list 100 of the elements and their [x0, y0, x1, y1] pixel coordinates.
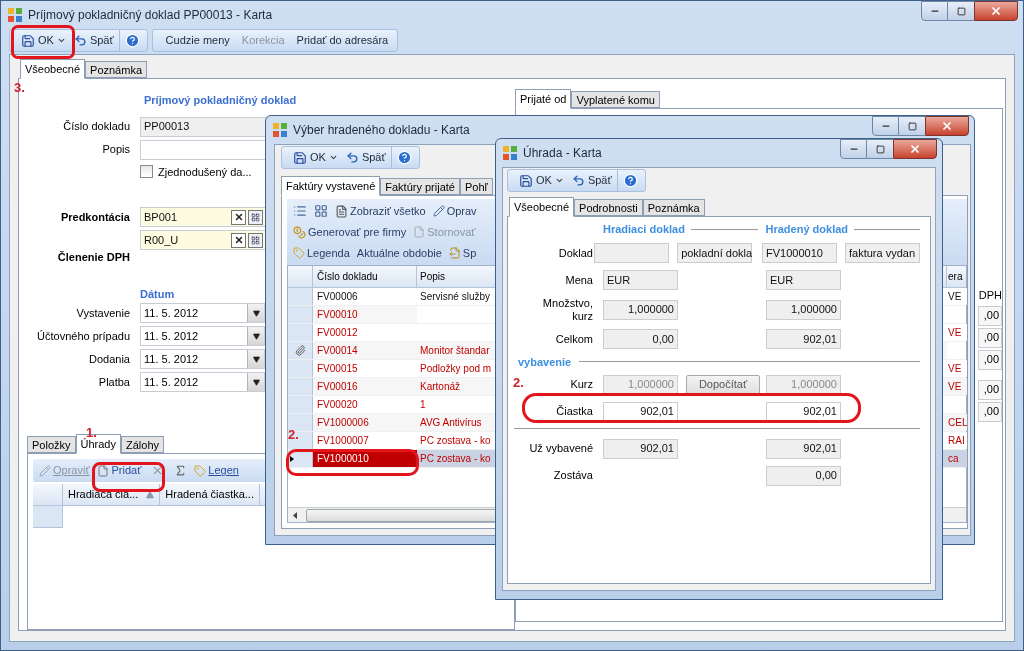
- input-field[interactable]: 1,000000: [603, 299, 678, 320]
- dropdown-icon: [252, 378, 260, 386]
- tab[interactable]: Vyplatené komu: [571, 91, 660, 108]
- lookup-button[interactable]: [248, 232, 263, 248]
- tab[interactable]: Faktúry prijaté: [380, 178, 460, 195]
- window-title: Príjmový pokladničný doklad PP00013 - Karta: [28, 7, 273, 24]
- dropdown-button[interactable]: [247, 327, 264, 345]
- ok-button[interactable]: OK: [516, 170, 567, 191]
- close-icon: [941, 120, 953, 132]
- toolbar-button[interactable]: Sp: [446, 244, 479, 262]
- dropdown-button[interactable]: [247, 304, 264, 322]
- close-button[interactable]: [974, 1, 1018, 21]
- input-field[interactable]: 902,01: [766, 329, 841, 349]
- toolbar-button[interactable]: Legenda: [291, 244, 352, 262]
- tab[interactable]: Zálohy: [121, 436, 165, 453]
- back-button[interactable]: Späť: [568, 170, 615, 191]
- tab[interactable]: Pohľ: [459, 178, 493, 195]
- input-field[interactable]: 0,00: [603, 329, 678, 349]
- maximize-button[interactable]: [899, 116, 925, 136]
- input-field[interactable]: ,00: [978, 349, 1002, 370]
- column-header[interactable]: Hradiaca čia...: [63, 484, 161, 505]
- table-cell[interactable]: FV00010: [313, 306, 417, 323]
- ok-button[interactable]: OK: [290, 147, 341, 168]
- checkbox[interactable]: [140, 165, 153, 179]
- toolbar-button[interactable]: Zobraziť všetko: [333, 202, 428, 220]
- date-field[interactable]: 11. 5. 2012: [140, 372, 265, 392]
- tab[interactable]: Všeobecné: [20, 59, 86, 79]
- dropdown-button[interactable]: [247, 373, 264, 391]
- input-field[interactable]: PP00013: [140, 116, 267, 137]
- input-field[interactable]: faktura vydan: [845, 243, 920, 263]
- toolbar-button[interactable]: [291, 204, 309, 218]
- tab[interactable]: Podrobnosti: [574, 199, 643, 216]
- tab[interactable]: Faktúry vystavené: [281, 176, 381, 196]
- maximize-button[interactable]: [948, 1, 974, 21]
- maximize-button[interactable]: [867, 139, 893, 159]
- toolbar-button[interactable]: Aktuálne obdobie: [354, 244, 444, 262]
- column-header[interactable]: era: [947, 266, 967, 287]
- input-field[interactable]: [140, 139, 267, 160]
- add-button[interactable]: Pridať: [93, 462, 145, 479]
- checkbox-label: Zjednodušený da...: [158, 164, 252, 180]
- toolbar-button[interactable]: Pridať do adresára: [291, 30, 394, 51]
- input-field[interactable]: ,00: [978, 327, 1002, 348]
- toolbar-button[interactable]: Oprav: [430, 202, 479, 220]
- tab[interactable]: Poznámka: [642, 199, 705, 216]
- close-button[interactable]: [925, 116, 969, 136]
- input-field[interactable]: EUR: [603, 270, 678, 290]
- input-field[interactable]: ,00: [978, 305, 1002, 326]
- input-field[interactable]: BP001: [140, 207, 267, 227]
- save-icon: [293, 150, 307, 165]
- lookup-button[interactable]: [248, 209, 263, 225]
- tab[interactable]: Položky: [27, 436, 76, 453]
- back-button[interactable]: Späť: [70, 30, 117, 51]
- input-field[interactable]: 0,00: [766, 465, 841, 486]
- dropdown-button[interactable]: [247, 350, 264, 368]
- input-field[interactable]: [594, 243, 670, 263]
- close-icon: [909, 143, 921, 155]
- toolbar-button[interactable]: [312, 204, 330, 218]
- tab[interactable]: Poznámka: [85, 61, 148, 78]
- minimize-button[interactable]: [921, 1, 948, 21]
- clear-button[interactable]: [231, 232, 246, 248]
- table-cell[interactable]: FV00014: [313, 342, 417, 359]
- toolbar-button[interactable]: Cudzie meny: [160, 30, 235, 51]
- list-icon: [293, 204, 307, 218]
- input-field[interactable]: 902,01: [603, 438, 678, 459]
- input-field[interactable]: ,00: [978, 401, 1002, 422]
- minimize-button[interactable]: [872, 116, 899, 136]
- column-header[interactable]: Číslo dokladu: [313, 266, 417, 287]
- column-header[interactable]: Hradená čiastka...: [160, 484, 260, 505]
- legend-button[interactable]: Legen: [192, 462, 241, 479]
- input-field[interactable]: R00_U: [140, 230, 267, 250]
- date-field[interactable]: 11. 5. 2012: [140, 303, 265, 323]
- table-cell[interactable]: FV00016: [313, 378, 417, 395]
- input-field[interactable]: 1,000000: [766, 299, 841, 320]
- input-field[interactable]: pokladní dokla: [677, 243, 753, 263]
- grid-icon: [314, 204, 328, 218]
- app-icon: [272, 122, 288, 138]
- minimize-button[interactable]: [840, 139, 867, 159]
- maximize-icon: [956, 6, 966, 16]
- ok-button[interactable]: OK: [18, 30, 69, 51]
- date-field[interactable]: 11. 5. 2012: [140, 326, 265, 346]
- section-title: Hradený doklad: [765, 222, 849, 237]
- annotation-label: 2.: [288, 426, 299, 444]
- back-button[interactable]: Späť: [342, 147, 389, 168]
- close-icon: [990, 5, 1002, 17]
- date-field[interactable]: 11. 5. 2012: [140, 349, 265, 369]
- input-field[interactable]: FV1000010: [762, 243, 837, 263]
- field-label: Vystavenie: [75, 305, 130, 321]
- caret-icon: [328, 153, 338, 162]
- input-field[interactable]: ,00: [978, 379, 1002, 400]
- field-label: Doklad: [558, 246, 593, 260]
- tab[interactable]: Prijaté od: [515, 89, 572, 109]
- close-button[interactable]: [893, 139, 937, 159]
- highlight-outline: [11, 25, 75, 59]
- input-field[interactable]: 902,01: [766, 438, 841, 459]
- input-field[interactable]: EUR: [766, 270, 841, 290]
- toolbar-button[interactable]: Generovať pre firmy: [291, 223, 409, 241]
- sort-icon: [146, 490, 155, 499]
- table-cell[interactable]: FV1000006: [313, 414, 417, 431]
- tab[interactable]: Všeobecné: [509, 197, 575, 217]
- clear-button[interactable]: [231, 209, 246, 225]
